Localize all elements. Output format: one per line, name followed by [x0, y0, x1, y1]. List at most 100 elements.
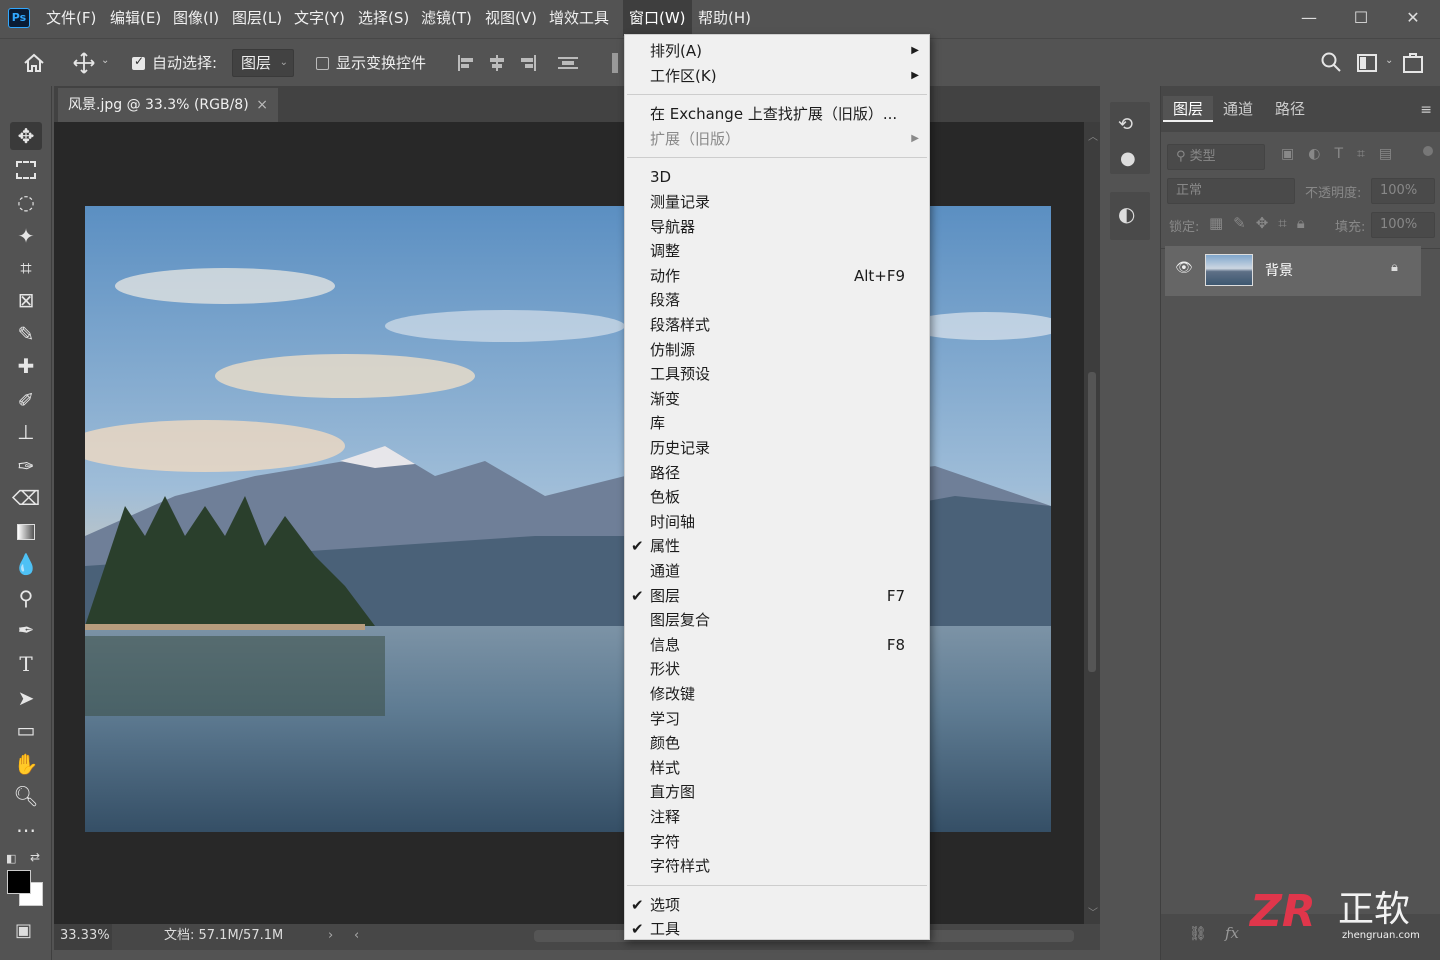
show-transform-checkbox[interactable]: [316, 57, 329, 70]
visibility-eye-icon[interactable]: 👁︎: [1175, 260, 1193, 276]
hand-tool-icon[interactable]: ✋: [10, 750, 42, 778]
menu-1[interactable]: 编辑(E): [104, 0, 167, 36]
link-layers-icon[interactable]: ⛓︎: [1189, 926, 1207, 942]
filter-toggle-icon[interactable]: [1423, 146, 1433, 156]
menu-7[interactable]: 视图(V): [479, 0, 543, 36]
menu-0[interactable]: 文件(F): [40, 0, 102, 36]
menu-4[interactable]: 文字(Y): [288, 0, 351, 36]
window-menu-item[interactable]: 仿制源: [625, 338, 929, 362]
window-menu-item[interactable]: 段落样式: [625, 313, 929, 337]
window-menu-item[interactable]: ✔ 工具: [625, 917, 929, 941]
share-icon[interactable]: [1401, 51, 1425, 75]
window-menu-item[interactable]: 字符: [625, 830, 929, 854]
menu-9[interactable]: 窗口(W): [623, 0, 692, 36]
window-menu-item[interactable]: 历史记录: [625, 436, 929, 460]
swap-colors-icon[interactable]: ⇄: [30, 850, 40, 864]
window-menu-item[interactable]: 工作区(K) ▶: [625, 64, 929, 88]
marquee-tool-icon[interactable]: [10, 156, 42, 184]
zoom-level[interactable]: 33.33%: [54, 924, 112, 950]
maximize-button[interactable]: ☐: [1348, 8, 1374, 28]
move-tool-icon[interactable]: ✥: [10, 122, 42, 150]
scroll-thumb[interactable]: [1088, 372, 1096, 672]
more-options-icon[interactable]: [612, 53, 618, 73]
align-right-icon[interactable]: [517, 53, 539, 73]
eraser-tool-icon[interactable]: ⌫: [10, 484, 42, 512]
history-icon[interactable]: ⟲: [1118, 114, 1133, 135]
menu-10[interactable]: 帮助(H): [692, 0, 757, 36]
scroll-left-icon[interactable]: ‹: [354, 924, 359, 948]
window-menu-item[interactable]: 形状: [625, 657, 929, 681]
panel-menu-icon[interactable]: ≡: [1420, 102, 1432, 118]
close-window-button[interactable]: ✕: [1400, 8, 1426, 28]
minimize-button[interactable]: —: [1296, 8, 1322, 28]
window-menu-item[interactable]: 段落: [625, 288, 929, 312]
window-menu-item[interactable]: 渐变: [625, 387, 929, 411]
zoom-tool-icon[interactable]: 🔍︎: [10, 782, 42, 810]
pen-tool-icon[interactable]: ✒: [10, 616, 42, 644]
auto-select-target-dropdown[interactable]: 图层 ⌄: [232, 49, 294, 77]
opacity-field[interactable]: 100%: [1371, 178, 1435, 204]
window-menu-item[interactable]: 修改键: [625, 682, 929, 706]
fill-field[interactable]: 100%: [1371, 212, 1435, 238]
window-menu-item[interactable]: 排列(A) ▶: [625, 39, 929, 63]
window-menu-item[interactable]: ✔ 图层 F7: [625, 584, 929, 608]
window-menu-item[interactable]: 注释: [625, 805, 929, 829]
window-menu-item[interactable]: 3D: [625, 165, 929, 189]
close-tab-icon[interactable]: ×: [256, 88, 268, 122]
menu-5[interactable]: 选择(S): [352, 0, 415, 36]
scroll-up-icon[interactable]: ︿: [1088, 128, 1098, 143]
foreground-color-swatch[interactable]: [7, 870, 31, 894]
layer-row[interactable]: 👁︎ 背景 🔒︎: [1165, 246, 1421, 296]
distribute-icon[interactable]: [556, 53, 580, 73]
lasso-tool-icon[interactable]: ◌: [10, 188, 42, 216]
libraries-icon[interactable]: ●: [1120, 148, 1136, 169]
menu-3[interactable]: 图层(L): [226, 0, 288, 36]
menu-6[interactable]: 滤镜(T): [415, 0, 478, 36]
window-menu-item[interactable]: 信息 F8: [625, 633, 929, 657]
window-menu-item[interactable]: 直方图: [625, 780, 929, 804]
menu-8[interactable]: 增效工具: [543, 0, 615, 36]
fx-icon[interactable]: fx: [1225, 924, 1239, 942]
panel-tab-0[interactable]: 图层: [1163, 96, 1214, 122]
window-menu-item[interactable]: 学习: [625, 707, 929, 731]
gradient-tool-icon[interactable]: [10, 518, 42, 546]
window-menu-item[interactable]: 通道: [625, 559, 929, 583]
layer-filter-dropdown[interactable]: ⚲ 类型: [1167, 144, 1265, 170]
filter-icons[interactable]: ▣◐T⌗▤: [1281, 146, 1406, 162]
path-selection-tool-icon[interactable]: ➤: [10, 684, 42, 712]
clone-stamp-tool-icon[interactable]: ⊥: [10, 418, 42, 446]
window-menu-item[interactable]: 工具预设: [625, 362, 929, 386]
adjustments-icon[interactable]: ◐: [1118, 202, 1135, 226]
blur-tool-icon[interactable]: 💧: [10, 550, 42, 578]
window-menu-item[interactable]: 库: [625, 411, 929, 435]
window-menu-item[interactable]: 动作 Alt+F9: [625, 264, 929, 288]
menu-2[interactable]: 图像(I): [167, 0, 225, 36]
magic-wand-tool-icon[interactable]: ✦: [10, 222, 42, 250]
window-menu-item[interactable]: ✔ 选项: [625, 893, 929, 917]
chevron-down-icon[interactable]: ⌄: [101, 55, 109, 66]
vertical-scrollbar[interactable]: ︿ ﹀: [1084, 122, 1100, 924]
eyedropper-tool-icon[interactable]: ✎: [10, 320, 42, 348]
healing-brush-tool-icon[interactable]: ✚: [10, 352, 42, 380]
window-menu-item[interactable]: ✔ 属性: [625, 534, 929, 558]
quick-mask-icon[interactable]: ▣: [15, 920, 32, 941]
window-menu-item[interactable]: 路径: [625, 461, 929, 485]
window-menu-item[interactable]: 色板: [625, 485, 929, 509]
window-menu-item[interactable]: 时间轴: [625, 510, 929, 534]
window-menu-item[interactable]: 字符样式: [625, 854, 929, 878]
search-icon[interactable]: [1320, 51, 1342, 73]
window-menu-item[interactable]: 在 Exchange 上查找扩展（旧版）...: [625, 102, 929, 126]
workspace-icon[interactable]: [1356, 53, 1378, 73]
dodge-tool-icon[interactable]: ⚲: [10, 584, 42, 612]
auto-select-checkbox[interactable]: [132, 54, 145, 70]
type-tool-icon[interactable]: T: [10, 650, 42, 678]
crop-tool-icon[interactable]: ⌗: [10, 254, 42, 282]
history-brush-tool-icon[interactable]: ✑: [10, 452, 42, 480]
home-icon[interactable]: [22, 51, 46, 75]
chevron-right-icon[interactable]: ›: [328, 924, 333, 948]
panel-tab-2[interactable]: 路径: [1265, 96, 1315, 122]
window-menu-item[interactable]: 测量记录: [625, 190, 929, 214]
window-menu-item[interactable]: 样式: [625, 756, 929, 780]
move-tool-icon[interactable]: [72, 51, 96, 75]
align-center-icon[interactable]: [486, 53, 508, 73]
